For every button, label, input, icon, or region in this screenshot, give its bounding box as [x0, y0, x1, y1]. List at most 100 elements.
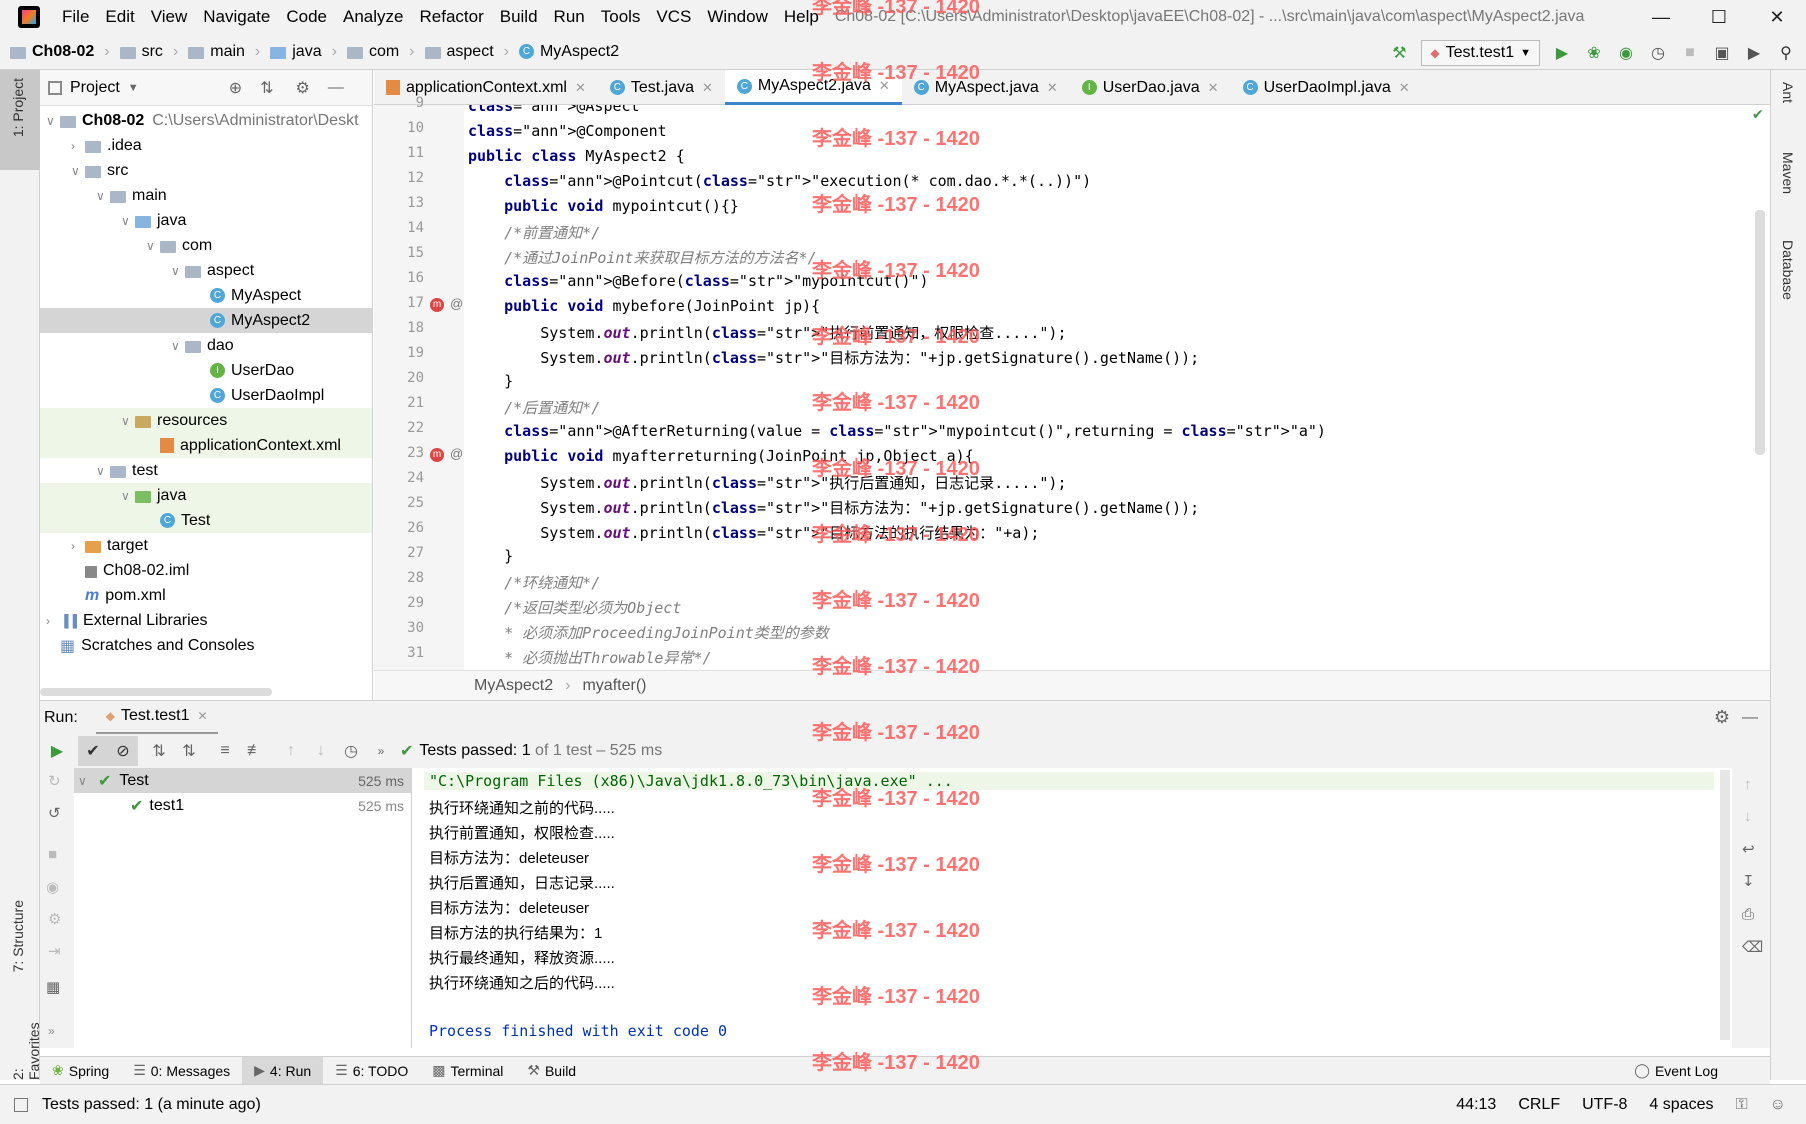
tree-item[interactable]: ∨ Ch08-02 C:\Users\Administrator\Deskt: [46, 108, 359, 133]
camera-icon[interactable]: ◉: [46, 878, 59, 896]
tree-item[interactable]: ∨ com: [146, 233, 212, 258]
expand-all-icon[interactable]: ≡: [210, 736, 240, 766]
tab-favorites[interactable]: 2: Favorites: [10, 1018, 42, 1080]
menu-run[interactable]: Run: [546, 0, 593, 34]
close-icon[interactable]: ✕: [702, 80, 713, 96]
expand-arrow-icon[interactable]: ∨: [46, 114, 60, 128]
tab-run[interactable]: ▶ 4: Run: [242, 1056, 324, 1085]
tree-item[interactable]: applicationContext.xml: [146, 433, 341, 458]
code-line[interactable]: public void mybefore(JoinPoint jp){: [468, 297, 820, 315]
close-window-button[interactable]: ✕: [1748, 0, 1806, 34]
tab-ant[interactable]: Ant: [1780, 82, 1796, 103]
file-encoding[interactable]: UTF-8: [1582, 1096, 1627, 1114]
code-editor[interactable]: class="ann">@Aspect class="ann">@Componen…: [464, 105, 1770, 670]
inspection-ok-icon[interactable]: ✔: [1752, 106, 1764, 123]
code-line[interactable]: class="ann">@Component: [468, 122, 667, 140]
down-arrow-icon[interactable]: ↓: [1744, 808, 1752, 825]
soft-wrap-icon[interactable]: ↩: [1742, 840, 1755, 858]
show-passed-icon[interactable]: ✔: [78, 736, 108, 766]
editor-tab[interactable]: C UserDaoImpl.java ✕: [1231, 70, 1422, 105]
expand-arrow-icon[interactable]: ›: [46, 614, 60, 628]
project-panel-title[interactable]: Project: [70, 79, 120, 97]
close-icon[interactable]: ✕: [1208, 80, 1219, 96]
tree-item[interactable]: ∨ dao: [171, 333, 234, 358]
code-line[interactable]: }: [468, 547, 513, 565]
expand-arrow-icon[interactable]: ›: [71, 139, 85, 153]
chevron-down-icon[interactable]: ▼: [128, 82, 139, 94]
line-separator[interactable]: CRLF: [1518, 1096, 1560, 1114]
caret-position[interactable]: 44:13: [1456, 1096, 1496, 1114]
more-icon[interactable]: »: [366, 736, 396, 766]
editor-scrollbar[interactable]: [1755, 210, 1765, 455]
menu-code[interactable]: Code: [278, 0, 335, 34]
tab-structure[interactable]: 7: Structure: [10, 900, 26, 972]
project-structure-icon[interactable]: ▣: [1712, 43, 1732, 63]
tree-item[interactable]: ∨ test: [96, 458, 158, 483]
sort-alpha-icon[interactable]: ⇅: [144, 736, 174, 766]
console-output[interactable]: "C:\Program Files (x86)\Java\jdk1.8.0_73…: [412, 768, 1732, 1048]
expand-arrow-icon[interactable]: ∨: [121, 489, 135, 503]
search-icon[interactable]: ⚲: [1776, 43, 1796, 63]
code-line[interactable]: }: [468, 372, 513, 390]
code-line[interactable]: /*返回类型必须为Object: [468, 597, 681, 618]
method-marker-icon[interactable]: m: [430, 298, 444, 312]
sort-duration-icon[interactable]: ⇅: [174, 736, 204, 766]
history-icon[interactable]: ◷: [336, 736, 366, 766]
layout-icon[interactable]: ▦: [46, 978, 60, 996]
coverage-icon[interactable]: ◉: [1616, 43, 1636, 63]
tree-item[interactable]: ∨ aspect: [171, 258, 254, 283]
debug-icon[interactable]: ❀: [1584, 43, 1604, 63]
console-scrollbar[interactable]: [1720, 770, 1730, 1040]
nav-crumb-project[interactable]: Ch08-02 ›: [10, 43, 110, 61]
tab-build[interactable]: ⚒ Build: [515, 1057, 588, 1085]
expand-arrow-icon[interactable]: ∨: [121, 214, 135, 228]
menu-vcs[interactable]: VCS: [648, 0, 699, 34]
gear-icon[interactable]: ⚙: [296, 78, 310, 98]
nav-crumb-com[interactable]: com ›: [346, 43, 415, 61]
gear-icon[interactable]: ⚙: [1714, 707, 1730, 728]
tree-item[interactable]: ∨ main: [96, 183, 167, 208]
tree-item[interactable]: C MyAspect: [196, 283, 301, 308]
previous-icon[interactable]: ↑: [276, 736, 306, 766]
code-line[interactable]: * 必须抛出Throwable异常*/: [468, 647, 711, 668]
code-line[interactable]: public class MyAspect2 {: [468, 147, 685, 165]
code-line[interactable]: /*通过JoinPoint来获取目标方法的方法名*/: [468, 247, 816, 268]
tab-messages[interactable]: ☰ 0: Messages: [121, 1057, 242, 1085]
tree-item[interactable]: C Test: [146, 508, 210, 533]
up-arrow-icon[interactable]: ↑: [1744, 776, 1752, 793]
annotation-marker-icon[interactable]: @: [450, 446, 463, 461]
print-icon[interactable]: ⎙: [1742, 906, 1754, 923]
trash-icon[interactable]: ⌫: [1742, 938, 1763, 956]
tree-item[interactable]: C MyAspect2: [196, 308, 310, 333]
nav-crumb-java[interactable]: java ›: [270, 43, 337, 61]
tree-item[interactable]: › .idea: [71, 133, 142, 158]
code-line[interactable]: System.out.println(class="str">"目标方法为："+…: [468, 497, 1199, 518]
tab-spring[interactable]: ❀ Spring: [40, 1057, 121, 1085]
expand-arrow-icon[interactable]: ∨: [171, 264, 185, 278]
stop-icon[interactable]: ■: [48, 846, 57, 863]
indent-setting[interactable]: 4 spaces: [1649, 1096, 1713, 1114]
tree-item[interactable]: ▦ Scratches and Consoles: [46, 633, 255, 658]
collapse-all-icon[interactable]: ⇅: [260, 78, 273, 98]
close-icon[interactable]: ✕: [198, 709, 208, 723]
nav-crumb-src[interactable]: src ›: [119, 43, 178, 61]
expand-arrow-icon[interactable]: ∨: [96, 464, 110, 478]
method-marker-icon[interactable]: m: [430, 448, 444, 462]
tree-item[interactable]: ∨ java: [121, 208, 186, 233]
test-row[interactable]: ∨ ✔ Test 525 ms: [78, 768, 408, 793]
run-icon[interactable]: ▶: [1552, 43, 1572, 63]
nav-crumb-class[interactable]: C MyAspect2: [518, 43, 619, 61]
collapse-all-icon[interactable]: ≢: [240, 736, 270, 766]
toggle-auto-test-icon[interactable]: ↺: [48, 804, 61, 822]
menu-edit[interactable]: Edit: [97, 0, 142, 34]
code-line[interactable]: class="ann">@Aspect: [468, 105, 640, 115]
inspector-icon[interactable]: ☺: [1770, 1096, 1786, 1114]
rerun-icon[interactable]: ▶: [42, 736, 72, 766]
expand-arrow-icon[interactable]: ∨: [171, 339, 185, 353]
expand-arrow-icon[interactable]: ∨: [96, 189, 110, 203]
code-line[interactable]: class="ann">@AfterReturning(value = clas…: [468, 422, 1326, 440]
code-line[interactable]: /*前置通知*/: [468, 222, 600, 243]
tree-item[interactable]: ∨ src: [71, 158, 128, 183]
terminal-icon[interactable]: ▶: [1744, 43, 1764, 63]
menu-refactor[interactable]: Refactor: [411, 0, 491, 34]
